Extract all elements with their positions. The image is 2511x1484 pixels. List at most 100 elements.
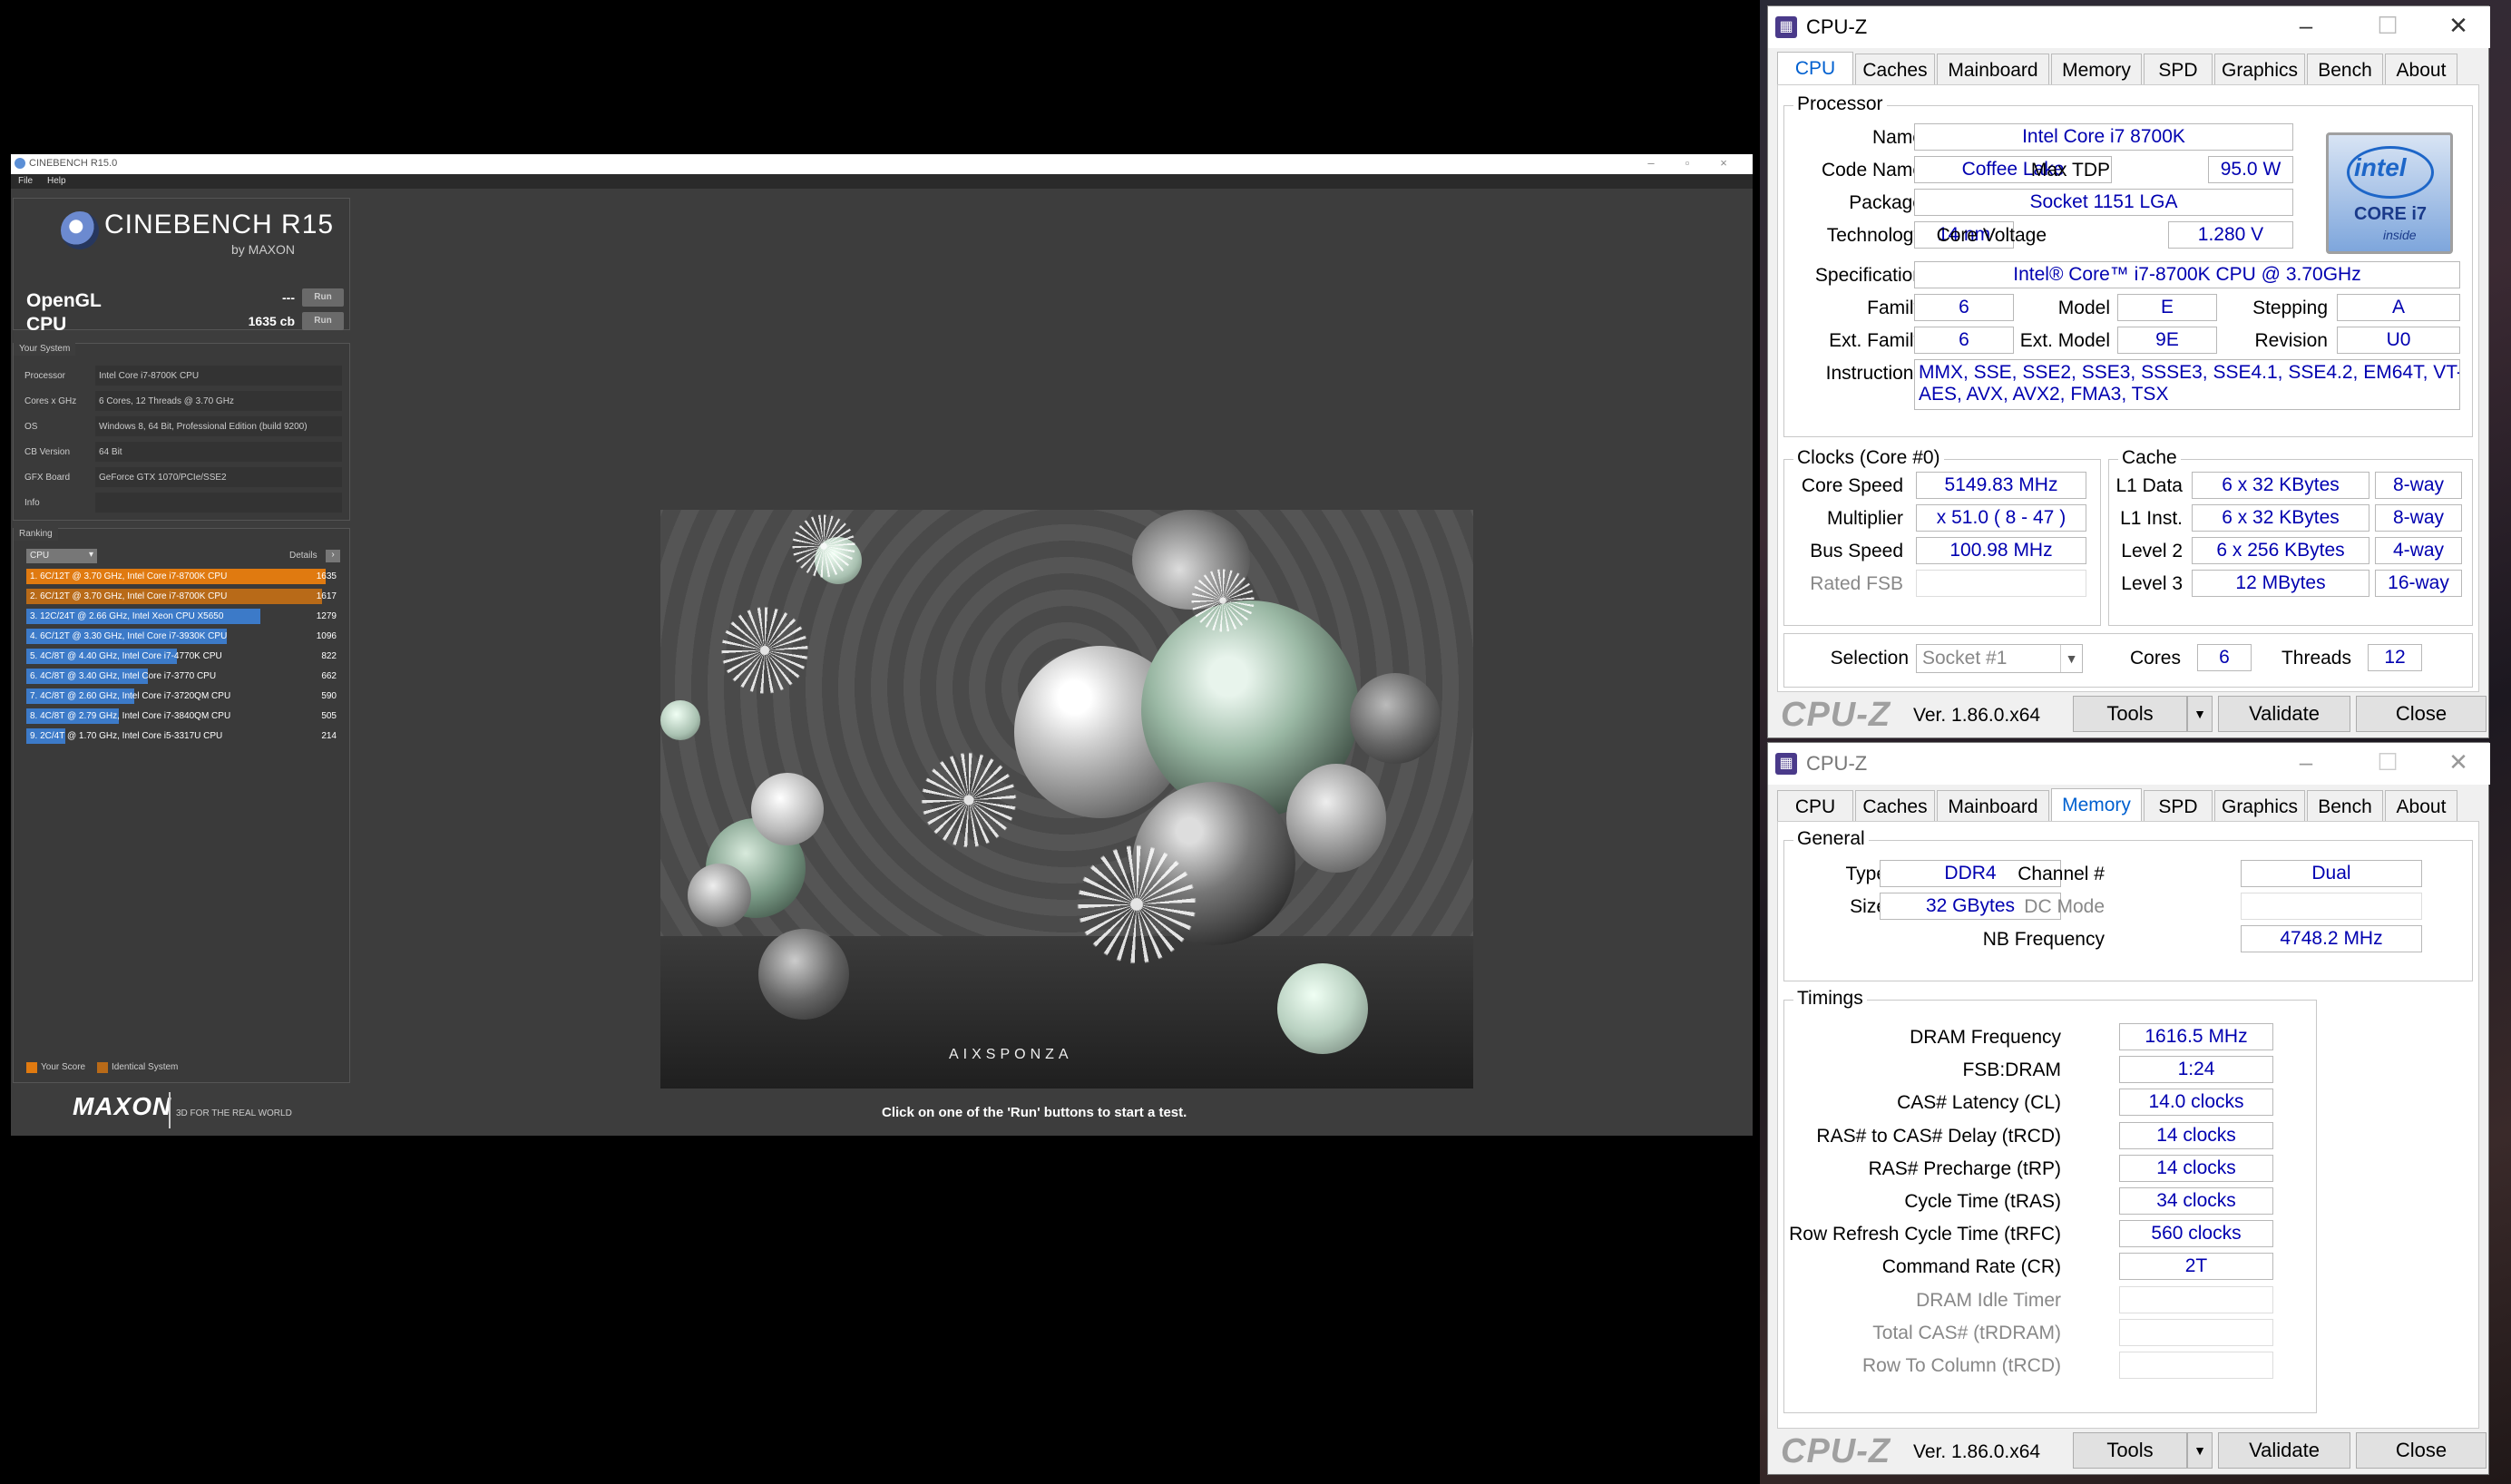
ranking-row[interactable]: 3. 12C/24T @ 2.66 GHz, Intel Xeon CPU X5… (26, 609, 340, 624)
tab-spd[interactable]: SPD (2144, 54, 2213, 88)
tab-graphics[interactable]: Graphics (2214, 790, 2305, 825)
instructions-label: Instructions (1825, 363, 1923, 384)
tab-memory[interactable]: Memory (2051, 54, 2142, 88)
ranking-row[interactable]: 4. 6C/12T @ 3.30 GHz, Intel Core i7-3930… (26, 629, 340, 644)
cpuz-brand: CPU-Z (1781, 696, 1891, 734)
opengl-run-button[interactable]: Run (302, 288, 344, 307)
opengl-label: OpenGL (26, 290, 102, 311)
cpu-run-button[interactable]: Run (302, 312, 344, 330)
minimize-icon[interactable]: – (2283, 12, 2329, 40)
chevron-down-icon: ▼ (2193, 1443, 2206, 1458)
timing-label: Row Refresh Cycle Time (tRFC) (1789, 1224, 2061, 1245)
menu-help[interactable]: Help (47, 176, 66, 186)
ranking-legend: Your Score Identical System (26, 1062, 340, 1075)
tools-button[interactable]: Tools (2073, 1432, 2187, 1469)
selection-dropdown[interactable]: Socket #1 ▼ (1916, 644, 2083, 673)
nbfreq-field: 4748.2 MHz (2241, 925, 2422, 952)
tab-mainboard[interactable]: Mainboard (1937, 790, 2049, 825)
tab-bench[interactable]: Bench (2307, 790, 2383, 825)
close-icon[interactable]: ✕ (2436, 12, 2481, 40)
maximize-icon[interactable]: ☐ (2365, 12, 2410, 40)
validate-button[interactable]: Validate (2218, 696, 2350, 732)
timing-label: Cycle Time (tRAS) (1904, 1191, 2061, 1212)
cpu-label: CPU (26, 314, 67, 335)
tab-spd[interactable]: SPD (2144, 790, 2213, 825)
validate-button[interactable]: Validate (2218, 1432, 2350, 1469)
ranking-label: 8. 4C/8T @ 2.79 GHz, Intel Core i7-3840Q… (30, 711, 231, 721)
timing-label: DRAM Frequency (1910, 1027, 2061, 1048)
close-icon[interactable]: ✕ (2436, 748, 2481, 776)
tab-cpu[interactable]: CPU (1777, 790, 1853, 825)
tab-mainboard[interactable]: Mainboard (1937, 54, 2049, 88)
details-toggle-button[interactable]: › (326, 550, 340, 562)
l1i-way-field: 8-way (2375, 504, 2462, 532)
menu-file[interactable]: File (18, 176, 33, 186)
cinebench-titlebar[interactable]: CINEBENCH R15.0 – ▫ × (11, 154, 1753, 174)
cinebench-window-title: CINEBENCH R15.0 (29, 158, 118, 169)
tab-about[interactable]: About (2385, 54, 2457, 88)
tab-caches[interactable]: Caches (1855, 790, 1935, 825)
minimize-icon[interactable]: – (1642, 156, 1660, 170)
tools-dropdown-button[interactable]: ▼ (2187, 1432, 2213, 1469)
render-sphere (1277, 963, 1368, 1054)
timing-value: 34 clocks (2119, 1187, 2273, 1215)
tab-about[interactable]: About (2385, 790, 2457, 825)
ranking-row[interactable]: 2. 6C/12T @ 3.70 GHz, Intel Core i7-8700… (26, 589, 340, 604)
busspeed-label: Bus Speed (1810, 541, 1903, 561)
close-icon[interactable]: × (1715, 156, 1733, 170)
ranking-row[interactable]: 9. 2C/4T @ 1.70 GHz, Intel Core i5-3317U… (26, 728, 340, 744)
timing-value: 1:24 (2119, 1056, 2273, 1084)
selection-label: Selection (1830, 648, 1909, 669)
ranking-row[interactable]: 1. 6C/12T @ 3.70 GHz, Intel Core i7-8700… (26, 569, 340, 584)
package-label: Package (1849, 192, 1923, 213)
ranking-row[interactable]: 6. 4C/8T @ 3.40 GHz, Intel Core i7-3770 … (26, 669, 340, 684)
system-row: CB Version 64 Bit (21, 442, 344, 464)
maximize-icon[interactable]: ▫ (1678, 156, 1696, 170)
system-info-row[interactable]: Info (21, 493, 344, 514)
ranking-row[interactable]: 5. 4C/8T @ 4.40 GHz, Intel Core i7-4770K… (26, 649, 340, 664)
processor-group-title: Processor (1793, 93, 1887, 115)
ranking-row[interactable]: 8. 4C/8T @ 2.79 GHz, Intel Core i7-3840Q… (26, 708, 340, 724)
your-system-box: Your System Processor Intel Core i7-8700K… (13, 342, 350, 521)
timing-label: RAS# to CAS# Delay (tRCD) (1816, 1125, 2061, 1147)
ranking-dropdown[interactable]: CPU ▾ (26, 549, 97, 563)
timing-label: RAS# Precharge (tRP) (1868, 1157, 2061, 1179)
tools-dropdown-button[interactable]: ▼ (2187, 696, 2213, 732)
tab-graphics[interactable]: Graphics (2214, 54, 2305, 88)
chevron-down-icon: ▾ (88, 550, 93, 560)
tab-memory[interactable]: Memory (2051, 788, 2142, 825)
cpuz-cpu-window: ▦ CPU-Z – ☐ ✕ CPU Caches Mainboard Memory SP… (1767, 5, 2490, 738)
cores-field: 6 (2197, 644, 2252, 671)
tools-button[interactable]: Tools (2073, 696, 2187, 732)
tab-cpu[interactable]: CPU (1777, 52, 1853, 88)
close-button[interactable]: Close (2356, 696, 2487, 732)
ranking-label: 3. 12C/24T @ 2.66 GHz, Intel Xeon CPU X5… (30, 611, 224, 621)
cpuz-footer: CPU-Z Ver. 1.86.0.x64 Tools ▼ Validate C… (1768, 694, 2490, 736)
close-button[interactable]: Close (2356, 1432, 2487, 1469)
your-system-header: Your System (14, 342, 76, 356)
tab-bench[interactable]: Bench (2307, 54, 2383, 88)
cpu-score-row: CPU 1635 cb Run (26, 310, 344, 335)
ranking-row[interactable]: 7. 4C/8T @ 2.60 GHz, Intel Core i7-3720Q… (26, 688, 340, 704)
render-dandelion (715, 600, 815, 700)
your-score-swatch (26, 1062, 37, 1073)
minimize-icon[interactable]: – (2283, 748, 2329, 776)
general-group-title: General (1793, 828, 1869, 850)
stepping-field: A (2337, 294, 2460, 321)
family-field: 6 (1914, 294, 2014, 321)
maximize-icon[interactable]: ☐ (2365, 748, 2410, 776)
system-row: OS Windows 8, 64 Bit, Professional Editio… (21, 416, 344, 438)
cpuz-titlebar[interactable]: ▦ CPU-Z – ☐ ✕ (1768, 6, 2490, 48)
l3-label: Level 3 (2121, 573, 2183, 594)
cpuz-titlebar[interactable]: ▦ CPU-Z – ☐ ✕ (1768, 743, 2490, 785)
channel-label: Channel # (2018, 864, 2105, 884)
system-row: Cores x GHz 6 Cores, 12 Threads @ 3.70 GH… (21, 391, 344, 413)
multiplier-label: Multiplier (1826, 508, 1903, 529)
cpuz-app-icon: ▦ (1775, 753, 1797, 775)
channel-field: Dual (2241, 860, 2422, 887)
timing-label: DRAM Idle Timer (1916, 1289, 2061, 1311)
scores-box: OpenGL --- Run CPU 1635 cb Run (13, 283, 350, 335)
cpuz-window-title: CPU-Z (1806, 752, 1868, 775)
ranking-score: 1279 (316, 611, 337, 621)
tab-caches[interactable]: Caches (1855, 54, 1935, 88)
